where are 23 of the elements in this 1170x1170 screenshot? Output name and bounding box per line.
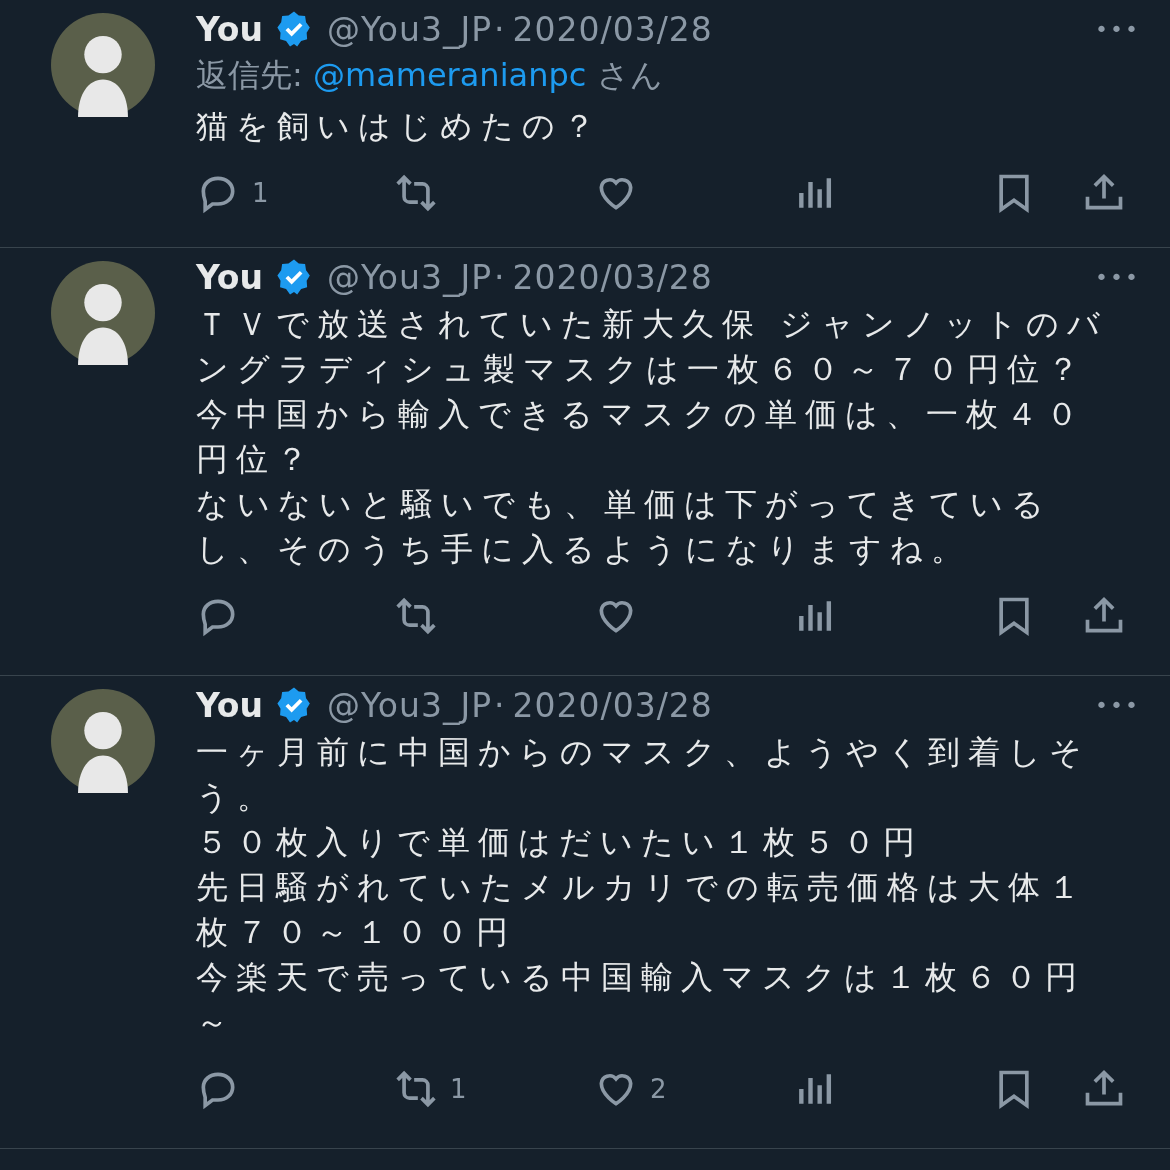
user-name[interactable]: You [196, 685, 264, 725]
user-handle[interactable]: @You3_JP [327, 685, 493, 725]
user-handle[interactable]: @You3_JP [327, 257, 493, 297]
tweet-text: ＴＶで放送されていた新大久保 ジャンノットのバ ングラディシュ製マスクは一枚６０～７０円位？ 今中国から輸入できるマスクの単価は、一枚４０ 円位？ ないないと騒いでも、単価は下がってきている し、そのうち手に入るようになりますね。 [196, 304, 1110, 570]
user-handle[interactable]: @You3_JP [327, 9, 493, 49]
tweet-date[interactable]: 2020/03/28 [512, 685, 713, 725]
user-link[interactable]: @mameranianpc [312, 56, 587, 94]
user-name[interactable]: You [196, 9, 264, 49]
tweet-date[interactable]: 2020/03/28 [512, 257, 713, 297]
tweet-text: 猫を飼いはじめたの？ [196, 106, 604, 147]
user-name[interactable]: You [196, 257, 264, 297]
like-count: 2 [650, 1074, 667, 1104]
tweet-text: 一ヶ月前に中国からのマスク、ようやく到着しそ う。 ５０枚入りで単価はだいたい１枚５０円 先日騒がれていたメルカリでの転売価格は大体１ 枚７０～１００円 今楽天で売っている中国輸入マスクは１枚６０円 ～ [196, 732, 1091, 1043]
reply-count: 1 [252, 178, 269, 208]
reply-to-text: 返信先: @mameranianpc さん [196, 55, 664, 96]
separator-dot: · [494, 257, 505, 297]
more-button[interactable]: ••• [1095, 264, 1140, 290]
separator-dot: · [494, 9, 505, 49]
tweet-date[interactable]: 2020/03/28 [512, 9, 713, 49]
retweet-count: 1 [450, 1074, 467, 1104]
separator-dot: · [494, 685, 505, 725]
more-button[interactable]: ••• [1095, 692, 1140, 718]
more-button[interactable]: ••• [1095, 16, 1140, 42]
